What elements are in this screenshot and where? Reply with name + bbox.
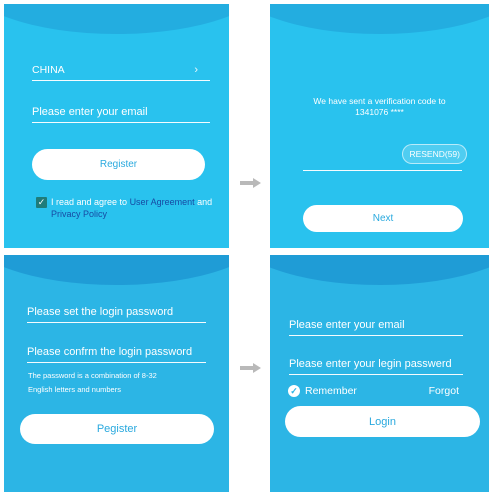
verification-message: We have sent a verification code to 1341… bbox=[290, 96, 469, 118]
confirm-password-placeholder: Please confrm the login password bbox=[27, 346, 193, 358]
email-placeholder: Please enter your email bbox=[32, 106, 148, 118]
remember-toggle[interactable]: ✓ Remember bbox=[288, 385, 357, 397]
checkbox-icon[interactable]: ✓ bbox=[36, 197, 47, 208]
remember-label: Remember bbox=[305, 385, 357, 397]
right-arrow-icon bbox=[240, 178, 262, 188]
email-input[interactable]: Please enter your email bbox=[32, 106, 210, 123]
login-button-label: Login bbox=[369, 415, 396, 428]
privacy-policy-link[interactable]: Privacy Policy bbox=[51, 209, 107, 219]
login-button[interactable]: Login bbox=[285, 406, 480, 437]
set-password-screen: Please set the login password Please con… bbox=[4, 255, 229, 492]
verification-screen: We have sent a verification code to 1341… bbox=[270, 4, 489, 248]
register-button-label: Register bbox=[99, 159, 138, 170]
next-button[interactable]: Next bbox=[303, 205, 463, 232]
set-password-placeholder: Please set the login password bbox=[27, 306, 174, 318]
chevron-right-icon: › bbox=[194, 64, 198, 76]
register-button[interactable]: Pegister bbox=[20, 414, 214, 444]
agree-and: and bbox=[194, 197, 213, 207]
header-wave bbox=[270, 255, 489, 285]
register-button-label: Pegister bbox=[96, 423, 138, 435]
register-button[interactable]: Register bbox=[32, 149, 205, 180]
email-placeholder: Please enter your email bbox=[289, 319, 405, 331]
set-password-input[interactable]: Please set the login password bbox=[27, 306, 206, 323]
password-input[interactable]: Please enter your legin passwerd bbox=[289, 358, 463, 375]
country-selector[interactable]: CHINA › bbox=[32, 64, 210, 81]
message-line-2: 1341076 **** bbox=[355, 107, 404, 117]
message-line-1: We have sent a verification code to bbox=[313, 96, 446, 106]
password-placeholder: Please enter your legin passwerd bbox=[289, 358, 452, 370]
user-agreement-link[interactable]: User Agreement bbox=[130, 197, 195, 207]
header-wave bbox=[270, 4, 489, 34]
next-button-label: Next bbox=[372, 213, 394, 224]
confirm-password-input[interactable]: Please confrm the login password bbox=[27, 346, 206, 363]
agreement-row: ✓ I read and agree to User Agreement and… bbox=[36, 196, 221, 220]
login-screen: Please enter your email Please enter you… bbox=[270, 255, 489, 492]
header-wave bbox=[4, 4, 229, 34]
agree-prefix: I read and agree to bbox=[51, 197, 130, 207]
forgot-link[interactable]: Forgot bbox=[429, 385, 459, 397]
country-label: CHINA bbox=[32, 64, 65, 76]
password-hint: The password is a combination of 8-32 En… bbox=[28, 369, 213, 397]
checkmark-circle-icon: ✓ bbox=[288, 385, 300, 397]
verification-code-input[interactable] bbox=[303, 170, 462, 171]
header-wave bbox=[4, 255, 229, 285]
right-arrow-icon bbox=[240, 363, 262, 373]
hint-line-2: English letters and numbers bbox=[28, 385, 121, 394]
hint-line-1: The password is a combination of 8-32 bbox=[28, 371, 157, 380]
resend-button[interactable]: RESEND(59) bbox=[402, 144, 467, 164]
register-email-screen: CHINA › Please enter your email Register… bbox=[4, 4, 229, 248]
email-input[interactable]: Please enter your email bbox=[289, 319, 463, 336]
